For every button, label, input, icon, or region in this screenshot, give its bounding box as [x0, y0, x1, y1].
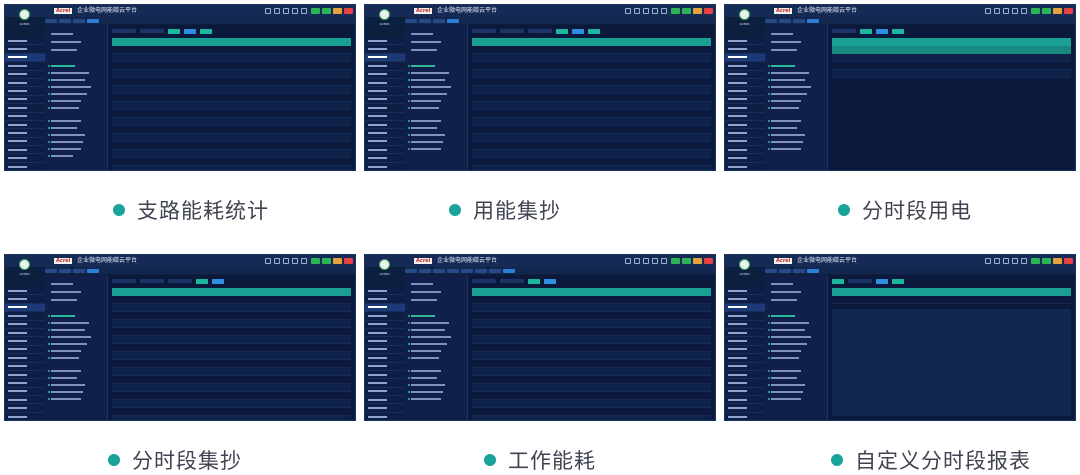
bullet-dot — [838, 204, 850, 216]
data-table — [472, 38, 711, 170]
device-tree[interactable] — [765, 25, 828, 170]
tab-strip[interactable] — [405, 17, 715, 24]
caption-custom-tou-report: 自定义分时段报表 — [831, 445, 1031, 475]
bullet-dot — [831, 454, 843, 466]
toolbar-icons[interactable] — [265, 8, 307, 14]
screenshot-custom-tou-report: Acrel 企业微电网能碳云平台 ADMIN — [724, 254, 1076, 421]
user-avatar[interactable]: ADMIN — [8, 258, 41, 284]
app-topbar: Acrel 企业微电网能碳云平台 — [365, 5, 715, 17]
sidebar-nav[interactable] — [725, 37, 765, 170]
toolbar-icons[interactable] — [985, 258, 1027, 264]
report-panel — [108, 25, 355, 170]
empty-report-area — [832, 309, 1071, 416]
user-avatar[interactable]: ADMIN — [728, 258, 761, 284]
data-table — [472, 288, 711, 420]
device-tree[interactable] — [45, 275, 108, 420]
toolbar-icons[interactable] — [625, 258, 667, 264]
query-controls[interactable] — [472, 277, 711, 285]
caption-branch-energy: 支路能耗统计 — [113, 195, 269, 225]
device-tree[interactable] — [765, 275, 828, 420]
app-title: 企业微电网能碳云平台 — [77, 7, 138, 14]
tab-strip[interactable] — [765, 17, 1075, 24]
caption-work-energy: 工作能耗 — [484, 445, 596, 475]
bullet-dot — [484, 454, 496, 466]
status-pills — [311, 8, 353, 14]
tab-strip[interactable] — [405, 267, 715, 274]
report-panel — [468, 275, 715, 420]
tab-strip[interactable] — [45, 267, 355, 274]
tab-strip[interactable] — [765, 267, 1075, 274]
toolbar-icons[interactable] — [985, 8, 1027, 14]
brand-logo: Acrel — [54, 8, 73, 14]
sidebar-nav[interactable] — [5, 287, 45, 420]
data-table — [832, 38, 1071, 78]
toolbar-icons[interactable] — [265, 258, 307, 264]
screenshot-tou-reading: Acrel 企业微电网能碳云平台 ADMIN — [4, 254, 356, 421]
app-topbar: Acrel 企业微电网能碳云平台 — [725, 5, 1075, 17]
tab-strip[interactable] — [45, 17, 355, 24]
app-topbar: Acrel 企业微电网能碳云平台 — [725, 255, 1075, 267]
caption-tou-power: 分时段用电 — [838, 195, 972, 225]
query-controls[interactable] — [112, 277, 351, 285]
data-table — [112, 38, 351, 170]
report-panel — [468, 25, 715, 170]
sidebar-nav[interactable] — [5, 37, 45, 170]
screenshot-tou-power: Acrel 企业微电网能碳云平台 ADMIN — [724, 4, 1076, 171]
device-tree[interactable] — [405, 25, 468, 170]
bullet-dot — [108, 454, 120, 466]
screenshot-meter-reading: Acrel 企业微电网能碳云平台 ADMIN — [364, 4, 716, 171]
sidebar-nav[interactable] — [365, 37, 405, 170]
query-controls[interactable] — [472, 27, 711, 35]
user-avatar[interactable]: ADMIN — [368, 258, 401, 284]
bullet-dot — [113, 204, 125, 216]
screenshot-work-energy: Acrel 企业微电网能碳云平台 ADMIN — [364, 254, 716, 421]
sidebar-nav[interactable] — [365, 287, 405, 420]
device-tree[interactable] — [405, 275, 468, 420]
report-panel — [108, 275, 355, 420]
app-topbar: Acrel 企业微电网能碳云平台 — [5, 255, 355, 267]
user-avatar[interactable]: ADMIN — [368, 8, 401, 34]
query-controls[interactable] — [832, 27, 1071, 35]
query-controls[interactable] — [832, 277, 1071, 285]
report-panel — [828, 25, 1075, 170]
data-table — [112, 288, 351, 420]
caption-tou-reading: 分时段集抄 — [108, 445, 242, 475]
caption-meter-reading: 用能集抄 — [449, 195, 561, 225]
device-tree[interactable] — [45, 25, 108, 170]
user-avatar[interactable]: ADMIN — [8, 8, 41, 34]
app-topbar: Acrel 企业微电网能碳云平台 — [365, 255, 715, 267]
toolbar-icons[interactable] — [625, 8, 667, 14]
app-topbar: Acrel 企业微电网能碳云平台 — [5, 5, 355, 17]
data-table — [832, 288, 1071, 304]
sidebar-nav[interactable] — [725, 287, 765, 420]
bullet-dot — [449, 204, 461, 216]
screenshot-branch-energy: Acrel 企业微电网能碳云平台 ADMIN — [4, 4, 356, 171]
user-avatar[interactable]: ADMIN — [728, 8, 761, 34]
query-controls[interactable] — [112, 27, 351, 35]
report-panel — [828, 275, 1075, 420]
